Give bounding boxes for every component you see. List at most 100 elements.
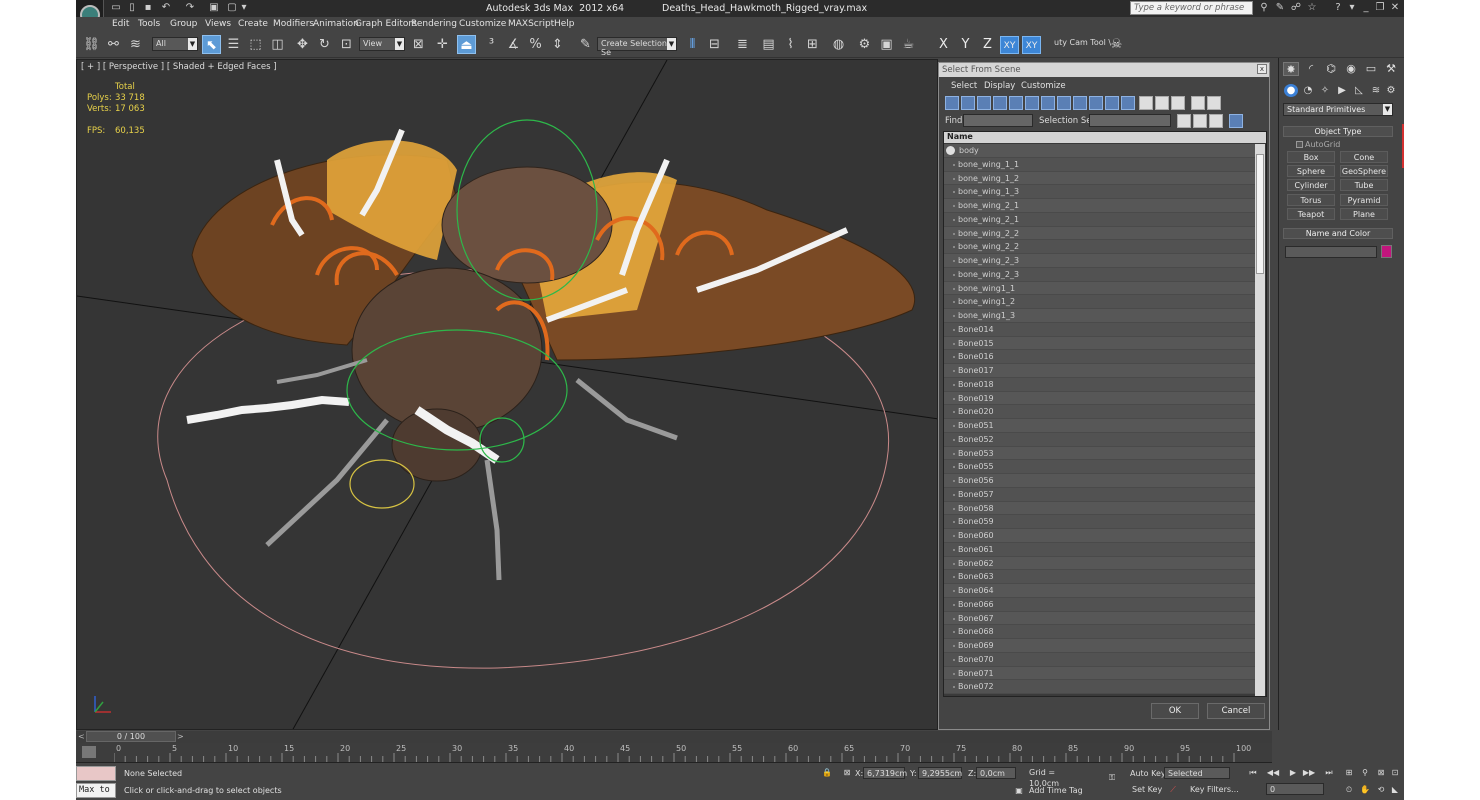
scene-list-item[interactable]: bone_wing_2_3 xyxy=(944,254,1255,268)
scale-icon[interactable]: ⊡ xyxy=(337,35,356,54)
display-bones-icon[interactable] xyxy=(1073,96,1087,110)
pyramid-button[interactable]: Pyramid xyxy=(1340,194,1388,206)
y-coordinate-field[interactable]: 9,2955cm xyxy=(918,767,962,779)
menu-edit[interactable]: Edit xyxy=(112,19,129,29)
display-invert-icon[interactable] xyxy=(1171,96,1185,110)
scene-list-item[interactable]: Bone020 xyxy=(944,405,1255,419)
reference-coordinate-dropdown[interactable]: View ▼ xyxy=(359,37,405,51)
motion-tab-icon[interactable]: ◉ xyxy=(1343,62,1359,76)
zoom-extents-icon[interactable]: ⊞ xyxy=(1342,767,1356,779)
scene-list-item[interactable]: bone_wing_1_3 xyxy=(944,185,1255,199)
dialog-close-button[interactable]: x xyxy=(1257,64,1267,74)
scene-list-item[interactable]: Bone067 xyxy=(944,611,1255,626)
menu-animation[interactable]: Animation xyxy=(313,19,359,29)
auto-key-button[interactable]: Auto Key xyxy=(1130,769,1166,778)
scene-list-item[interactable]: Bone062 xyxy=(944,556,1255,571)
scene-list-item[interactable]: Bone015 xyxy=(944,336,1255,351)
curve-editor-icon[interactable]: ⌇ xyxy=(781,35,800,54)
mini-curve-editor-icon[interactable] xyxy=(82,746,96,758)
next-frame-icon[interactable]: ▶▶ xyxy=(1302,767,1316,779)
camera-tool-label[interactable]: uty Cam Tool \ xyxy=(1054,38,1111,47)
scene-list-item[interactable]: Bone056 xyxy=(944,474,1255,488)
undo-icon[interactable]: ↶ xyxy=(160,2,172,14)
dialog-title[interactable]: Select From Scene xyxy=(939,63,1269,77)
scene-list-item[interactable]: Bone058 xyxy=(944,501,1255,516)
menu-create[interactable]: Create xyxy=(238,19,268,29)
select-and-manipulate-icon[interactable]: ✛ xyxy=(433,35,452,54)
scene-list-item[interactable]: Bone055 xyxy=(944,460,1255,474)
save-file-icon[interactable]: ▪ xyxy=(142,2,154,14)
zoom-all-icon[interactable]: ⊠ xyxy=(1374,767,1388,779)
current-frame-field[interactable]: 0 xyxy=(1266,783,1324,795)
axis-y-button[interactable]: Y xyxy=(956,36,975,54)
scene-list-item[interactable]: Bone052 xyxy=(944,432,1255,447)
maxscript-mini-listener[interactable]: Max to xyxy=(76,783,116,798)
quick-access-dropdown-icon[interactable]: ▾ xyxy=(238,2,250,14)
scene-list-item[interactable]: Bone068 xyxy=(944,625,1255,639)
display-none-icon[interactable] xyxy=(1155,96,1169,110)
scene-list-item[interactable]: Bone053 xyxy=(944,446,1255,461)
object-color-swatch[interactable] xyxy=(1381,245,1392,258)
cylinder-button[interactable]: Cylinder xyxy=(1287,179,1335,191)
select-by-name-icon[interactable]: ☰ xyxy=(224,35,243,54)
menu-graph-editors[interactable]: Graph Editors xyxy=(355,19,417,29)
key-filters-button[interactable]: Key Filters... xyxy=(1190,785,1239,794)
menu-maxscript[interactable]: MAXScript xyxy=(508,19,554,29)
object-name-field[interactable] xyxy=(1285,246,1377,258)
find-input[interactable] xyxy=(963,114,1033,127)
move-icon[interactable]: ✥ xyxy=(293,35,312,54)
play-icon[interactable]: ▶ xyxy=(1286,767,1300,779)
scene-list-item[interactable]: bone_wing_1_1 xyxy=(944,157,1255,172)
scene-list-item[interactable]: Bone072 xyxy=(944,680,1255,694)
bind-space-warp-icon[interactable]: ≋ xyxy=(126,35,145,54)
hold-icon[interactable]: ▣ xyxy=(208,2,220,14)
menu-help[interactable]: Help xyxy=(554,19,575,29)
time-next-button[interactable]: > xyxy=(177,732,184,741)
field-of-view-icon[interactable]: ◣ xyxy=(1388,784,1402,796)
display-geometry-icon[interactable] xyxy=(945,96,959,110)
scene-list-item[interactable]: bone_wing_2_2 xyxy=(944,240,1255,254)
menu-views[interactable]: Views xyxy=(205,19,231,29)
viewport-label[interactable]: [ + ] [ Perspective ] [ Shaded + Edged F… xyxy=(81,62,277,72)
modify-tab-icon[interactable]: ◜ xyxy=(1303,62,1319,76)
display-frozen-icon[interactable] xyxy=(1105,96,1119,110)
ok-button[interactable]: OK xyxy=(1151,703,1199,719)
selection-lock-icon[interactable]: 🔒 xyxy=(820,767,834,779)
dialog-menu-display[interactable]: Display xyxy=(984,81,1015,91)
geosphere-button[interactable]: GeoSphere xyxy=(1340,165,1388,177)
object-category-dropdown[interactable]: Standard Primitives ▼ xyxy=(1283,103,1393,116)
scene-list-item[interactable]: bone_wing_2_1 xyxy=(944,199,1255,213)
scene-list-item[interactable]: Bone064 xyxy=(944,584,1255,598)
set-key-button[interactable]: Set Key xyxy=(1132,785,1162,794)
display-helpers-icon[interactable] xyxy=(1009,96,1023,110)
maxscript-listener-output[interactable] xyxy=(76,766,116,781)
display-groups-icon[interactable] xyxy=(1041,96,1055,110)
cone-button[interactable]: Cone xyxy=(1340,151,1388,163)
scene-list-item[interactable]: Bone018 xyxy=(944,377,1255,392)
axis-x-button[interactable]: X xyxy=(934,36,953,54)
previous-frame-icon[interactable]: ◀◀ xyxy=(1266,767,1280,779)
select-all-icon[interactable] xyxy=(1177,114,1191,128)
display-tab-icon[interactable]: ▭ xyxy=(1363,62,1379,76)
named-selection-dropdown[interactable]: Create Selection Se ▼ xyxy=(597,37,677,57)
communication-icon[interactable]: ☍ xyxy=(1290,2,1302,14)
scene-list-item[interactable]: bone_wing_1_2 xyxy=(944,171,1255,186)
scene-list-item[interactable]: Bone019 xyxy=(944,391,1255,406)
axis-xy-button[interactable]: XY xyxy=(1000,36,1019,54)
scene-object-list[interactable]: Name body bone_wing_1_1 bone_wing_1_2 bone_… xyxy=(943,131,1267,697)
select-none-icon[interactable] xyxy=(1193,114,1207,128)
display-containers-icon[interactable] xyxy=(1089,96,1103,110)
pivot-center-icon[interactable]: ⊠ xyxy=(409,35,428,54)
help-dropdown-icon[interactable]: ▾ xyxy=(1346,2,1358,14)
percent-snap-icon[interactable]: % xyxy=(526,35,545,54)
scene-list-item[interactable]: bone_wing_2_2 xyxy=(944,226,1255,241)
orbit-icon[interactable]: ⟲ xyxy=(1374,784,1388,796)
key-mode-dropdown[interactable]: Selected xyxy=(1164,767,1230,779)
autogrid-checkbox[interactable]: AutoGrid xyxy=(1296,140,1340,149)
systems-icon[interactable]: ⚙ xyxy=(1384,84,1398,97)
column-header-name[interactable]: Name xyxy=(944,132,1266,143)
hierarchy-tab-icon[interactable]: ⌬ xyxy=(1323,62,1339,76)
display-all-icon[interactable] xyxy=(1139,96,1153,110)
scene-list-item[interactable]: Bone059 xyxy=(944,515,1255,529)
scene-list-item[interactable]: bone_wing1_2 xyxy=(944,295,1255,309)
